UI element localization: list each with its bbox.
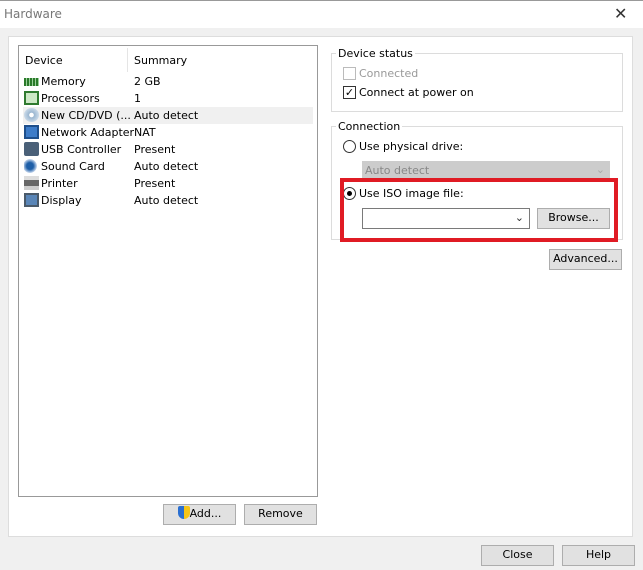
window-title: Hardware	[4, 7, 62, 21]
connected-label: Connected	[359, 67, 419, 80]
device-row[interactable]: Memory 2 GB	[23, 73, 313, 90]
device-row[interactable]: Printer Present	[23, 175, 313, 192]
help-button[interactable]: Help	[562, 545, 635, 566]
device-name: Sound Card	[41, 160, 105, 173]
device-name: USB Controller	[41, 143, 122, 156]
display-icon	[24, 193, 39, 207]
processor-icon	[24, 91, 39, 105]
device-row[interactable]: New CD/DVD (... Auto detect	[23, 107, 313, 124]
column-divider[interactable]	[127, 48, 128, 72]
printer-icon	[24, 176, 39, 190]
connected-checkbox[interactable]	[343, 67, 356, 80]
device-summary: Present	[134, 143, 176, 156]
device-row[interactable]: Display Auto detect	[23, 192, 313, 209]
device-summary: 1	[134, 92, 141, 105]
device-name: New CD/DVD (...	[41, 109, 131, 122]
memory-icon	[24, 78, 39, 86]
close-icon[interactable]: ✕	[614, 4, 627, 23]
device-row[interactable]: Processors 1	[23, 90, 313, 107]
network-icon	[24, 125, 39, 139]
use-physical-drive-label: Use physical drive:	[359, 140, 464, 153]
title-bar	[0, 0, 643, 28]
device-summary: Auto detect	[134, 194, 199, 207]
connect-at-power-on-checkbox[interactable]: ✓	[343, 86, 356, 99]
close-button[interactable]: Close	[481, 545, 554, 566]
device-summary: Auto detect	[134, 109, 199, 122]
device-row[interactable]: Network Adapter NAT	[23, 124, 313, 141]
add-button[interactable]: Add...	[163, 504, 236, 525]
physical-drive-value: Auto detect	[365, 164, 430, 177]
usb-icon	[24, 142, 39, 156]
connection-legend: Connection	[338, 120, 401, 133]
cd-dvd-icon	[24, 108, 39, 122]
device-name: Printer	[41, 177, 78, 190]
device-name: Processors	[41, 92, 100, 105]
device-list[interactable]: Device Summary Memory 2 GB Processors 1 New …	[18, 45, 318, 497]
column-header-summary[interactable]: Summary	[134, 54, 187, 67]
device-summary: NAT	[134, 126, 156, 139]
column-header-device[interactable]: Device	[25, 54, 63, 67]
highlight-box	[340, 178, 618, 242]
chevron-down-icon: ⌄	[595, 163, 605, 176]
device-name: Network Adapter	[41, 126, 135, 139]
remove-button[interactable]: Remove	[244, 504, 317, 525]
device-row[interactable]: USB Controller Present	[23, 141, 313, 158]
device-summary: Auto detect	[134, 160, 199, 173]
connect-at-power-on-label: Connect at power on	[359, 86, 474, 99]
use-physical-drive-radio[interactable]	[343, 140, 356, 153]
sound-icon	[24, 159, 39, 173]
device-name: Display	[41, 194, 82, 207]
add-button-label: Add...	[189, 507, 222, 520]
device-status-legend: Device status	[338, 47, 413, 60]
device-summary: 2 GB	[134, 75, 161, 88]
device-row[interactable]: Sound Card Auto detect	[23, 158, 313, 175]
advanced-button[interactable]: Advanced...	[549, 249, 622, 270]
device-summary: Present	[134, 177, 176, 190]
shield-icon	[177, 506, 190, 519]
device-name: Memory	[41, 75, 86, 88]
